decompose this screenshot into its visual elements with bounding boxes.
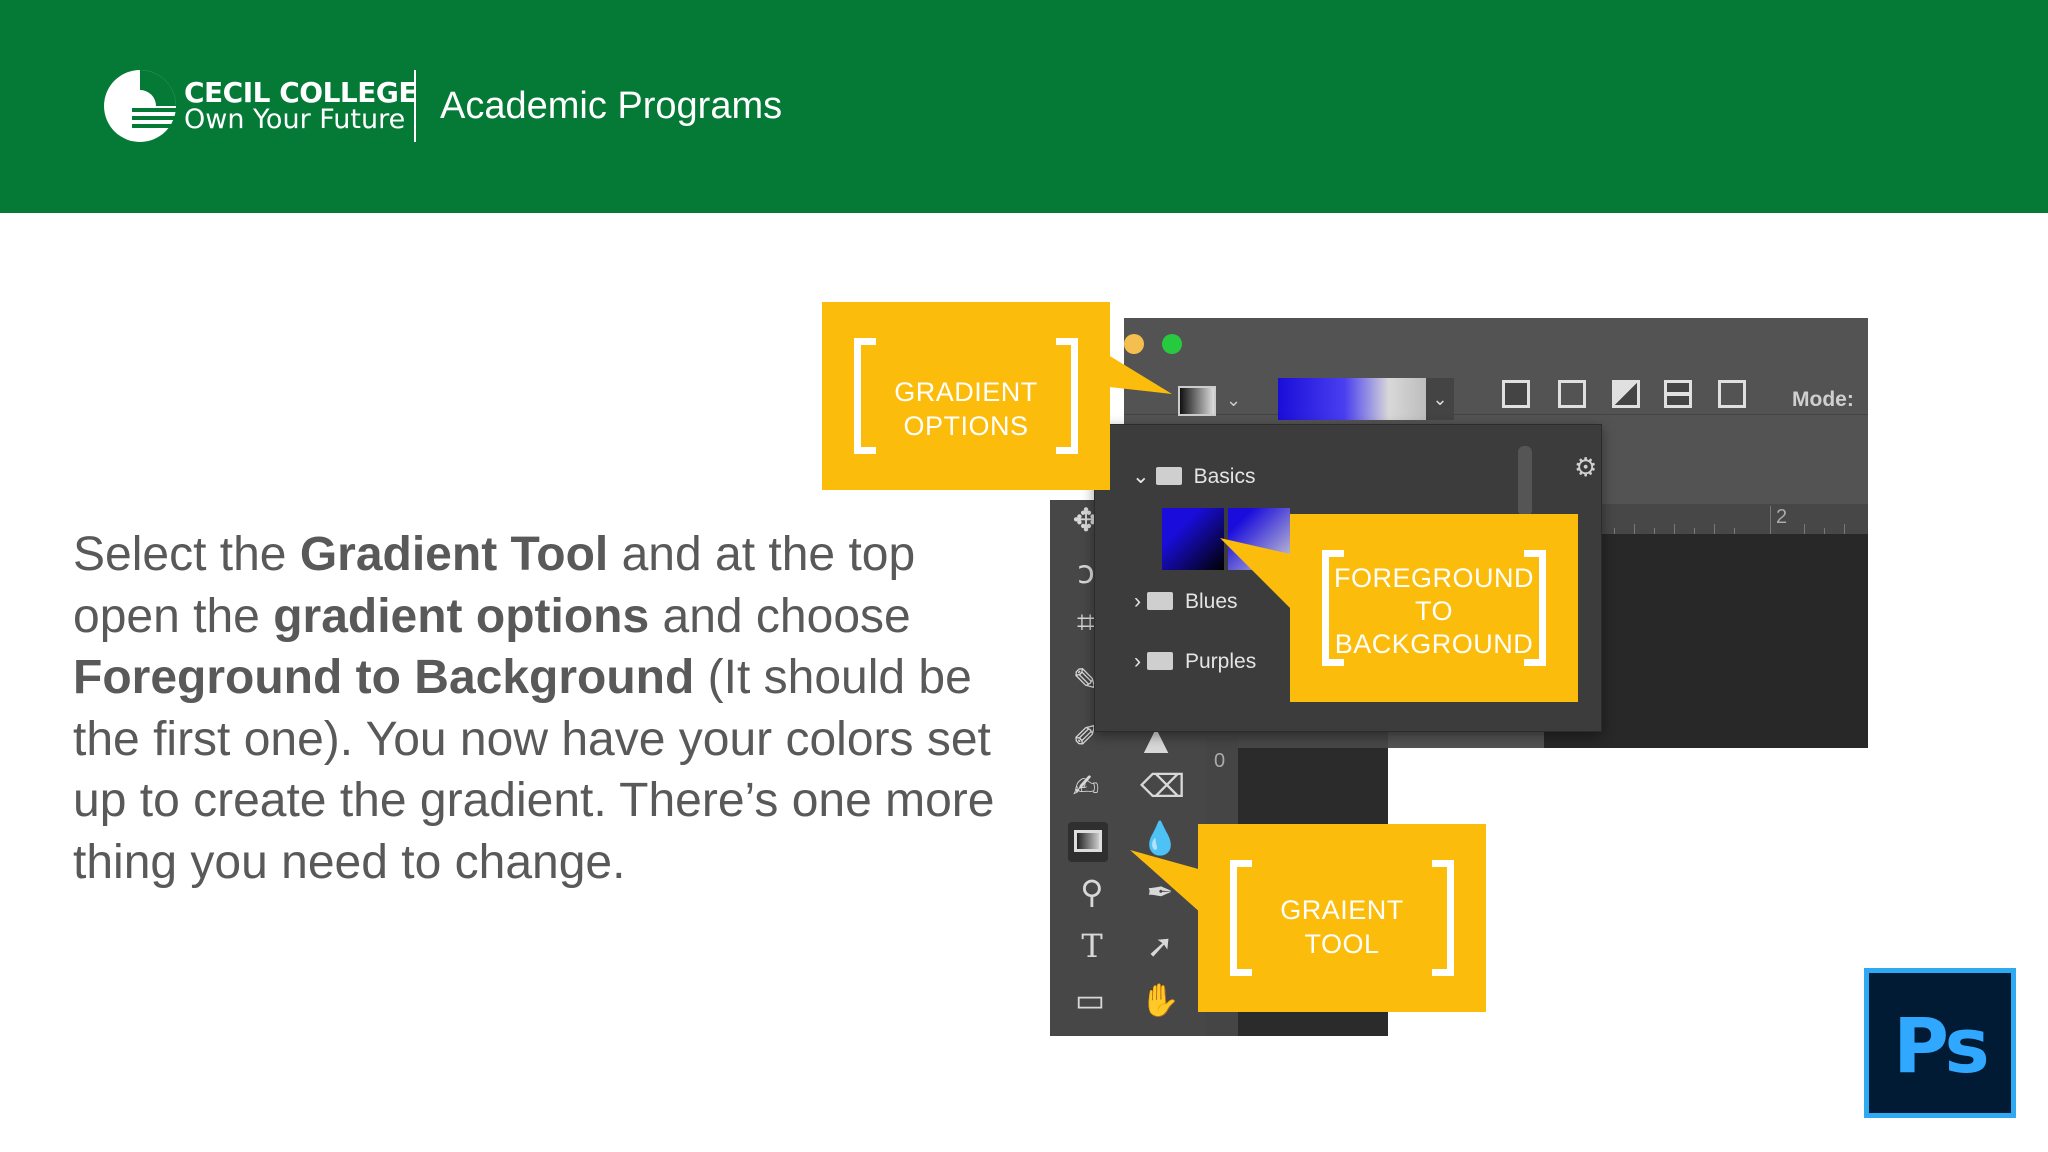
- folder-purples[interactable]: › Purples: [1134, 650, 1256, 674]
- callout-line: TOOL: [1304, 929, 1380, 959]
- gradient-preset-swatch[interactable]: [1178, 386, 1216, 416]
- type-icon[interactable]: T: [1072, 930, 1112, 970]
- callout-line: GRAIENT: [1280, 895, 1404, 925]
- reflected-gradient-icon[interactable]: [1664, 380, 1692, 408]
- header-bar: CECIL COLLEGE Own Your Future Academic P…: [0, 0, 2048, 213]
- gradient-editor-swatch[interactable]: [1278, 378, 1426, 420]
- cecil-college-logo-icon: [104, 70, 178, 142]
- photoshop-logo-text: Ps: [1893, 1001, 1990, 1090]
- instructions-part: Select the: [73, 528, 300, 581]
- callout-gradient-options: GRADIENT OPTIONS: [822, 302, 1110, 490]
- hand-icon[interactable]: ✋: [1140, 984, 1180, 1024]
- callout-line: OPTIONS: [903, 411, 1029, 441]
- instructions-bold-gradient-tool: Gradient Tool: [299, 528, 609, 581]
- instructions-part: and choose: [649, 589, 911, 643]
- page-title: Academic Programs: [440, 85, 783, 127]
- instructions-bold-fg-to-bg: Foreground to Background: [73, 651, 695, 704]
- callout-fg-to-bg: FOREGROUND TO BACKGROUND: [1290, 514, 1578, 702]
- chevron-right-icon: ›: [1134, 590, 1141, 613]
- callout-pointer: [1100, 350, 1172, 394]
- header-divider: [414, 70, 416, 142]
- folder-basics[interactable]: ⌄ Basics: [1132, 464, 1255, 489]
- callout-pointer: [1130, 850, 1202, 914]
- callout-gradient-tool: GRAIENT TOOL: [1198, 824, 1486, 1012]
- gear-icon[interactable]: ⚙: [1574, 452, 1597, 483]
- path-select-icon[interactable]: ➚: [1140, 930, 1180, 970]
- callout-line: BACKGROUND: [1334, 629, 1534, 659]
- rectangle-icon[interactable]: ▭: [1070, 984, 1110, 1024]
- instructions-bold-gradient-options: gradient options: [273, 589, 650, 643]
- linear-gradient-icon[interactable]: [1502, 380, 1530, 408]
- folder-label: Purples: [1185, 650, 1257, 673]
- radial-gradient-icon[interactable]: [1558, 380, 1586, 408]
- fg-to-bg-gradient-thumb[interactable]: [1162, 508, 1224, 570]
- callout-line: GRADIENT: [894, 377, 1038, 407]
- callout-line: FOREGROUND: [1334, 563, 1534, 593]
- instructions-text: Select the Gradient Tool and at the top …: [73, 524, 1003, 893]
- gradient-options-dropdown[interactable]: ⌄: [1426, 378, 1454, 420]
- photoshop-logo-icon: Ps: [1864, 968, 2016, 1118]
- college-tagline: Own Your Future: [184, 104, 406, 135]
- ruler-mark: 2: [1776, 506, 1788, 528]
- angle-gradient-icon[interactable]: [1612, 380, 1640, 408]
- chevron-down-icon[interactable]: ⌄: [1226, 390, 1241, 411]
- vruler-mark: 0: [1214, 750, 1226, 772]
- diamond-gradient-icon[interactable]: [1718, 380, 1746, 408]
- mode-label: Mode:: [1792, 388, 1854, 411]
- picker-scrollbar[interactable]: [1518, 446, 1532, 516]
- folder-icon: [1147, 652, 1173, 670]
- chevron-right-icon: ›: [1134, 650, 1141, 673]
- dodge-icon[interactable]: ⚲: [1072, 876, 1112, 916]
- callout-line: TO: [1414, 596, 1453, 626]
- callout-pointer: [1220, 538, 1290, 608]
- folder-icon: [1147, 592, 1173, 610]
- chevron-down-icon: ⌄: [1132, 465, 1150, 488]
- gradient-tool-icon[interactable]: [1068, 822, 1108, 862]
- folder-icon: [1155, 467, 1182, 485]
- folder-label: Basics: [1193, 465, 1256, 488]
- history-brush-icon[interactable]: ✍: [1066, 770, 1106, 810]
- eraser-icon[interactable]: ⌫: [1140, 770, 1185, 810]
